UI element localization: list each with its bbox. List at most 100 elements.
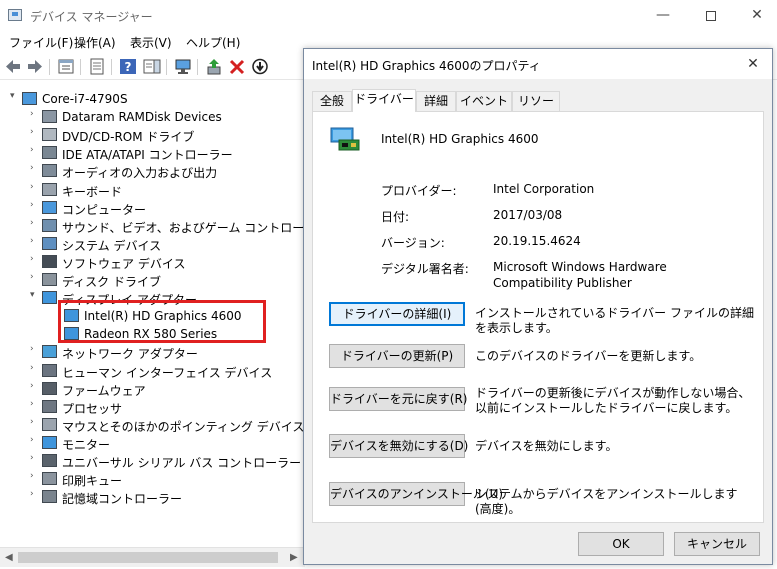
tree-item[interactable]: › プロセッサ [0,398,300,416]
tree-item-label: キーボード [62,184,123,199]
chevron-right-icon[interactable]: › [30,453,40,463]
tree-item-label: コンピューター [62,202,147,217]
menu-action[interactable]: 操作(A) [74,34,116,51]
tree-item[interactable]: › オーディオの入力および出力 [0,162,300,180]
chevron-right-icon[interactable]: › [30,344,40,354]
chevron-right-icon[interactable]: › [30,417,40,427]
tree-item[interactable]: › ユニバーサル シリアル バス コントローラー [0,452,302,470]
tree-item[interactable]: › IDE ATA/ATAPI コントローラー [0,144,300,162]
date-label: 日付: [381,210,410,224]
chevron-right-icon[interactable]: › [30,489,40,499]
tree-item-label: ソフトウェア デバイス [62,256,186,271]
chevron-right-icon[interactable]: › [30,435,40,445]
chevron-right-icon[interactable]: ▾ [30,290,40,300]
back-arrow-icon[interactable] [4,58,22,75]
properties-icon[interactable] [57,58,75,75]
tab-details[interactable]: 詳細 [416,91,456,111]
tree-item[interactable]: › ファームウェア [0,380,300,398]
tree-item[interactable]: › サウンド、ビデオ、およびゲーム コントローラー [0,217,328,235]
cancel-button[interactable]: キャンセル [674,532,760,556]
signer-value: Microsoft Windows Hardware Compatibility… [493,260,667,290]
chevron-right-icon[interactable]: › [30,127,40,137]
driver-details-desc: インストールされているドライバー ファイルの詳細を表示します。 [475,306,754,335]
chevron-right-icon[interactable]: › [30,182,40,192]
menu-view[interactable]: 表示(V) [130,34,172,51]
disable-device-desc: デバイスを無効にします。 [475,439,618,453]
chevron-right-icon[interactable]: › [30,254,40,264]
tree-item[interactable]: › DVD/CD-ROM ドライブ [0,126,300,144]
menu-help[interactable]: ヘルプ(H) [186,34,240,51]
forward-arrow-icon[interactable] [26,58,44,75]
device-name: Intel(R) HD Graphics 4600 [381,132,539,146]
tree-item[interactable]: › 印刷キュー [0,470,300,488]
tree-item[interactable]: › ネットワーク アダプター [0,343,300,361]
tree-item[interactable]: › Dataram RAMDisk Devices [0,108,300,126]
disk-drive-icon [42,273,57,286]
chevron-right-icon[interactable]: › [30,381,40,391]
disable-device-icon[interactable] [251,58,269,75]
tree-item[interactable]: › ディスク ドライブ [0,271,300,289]
tree-item-label: モニター [62,437,111,452]
chevron-right-icon[interactable]: › [30,363,40,373]
signer-label: デジタル署名者: [381,262,469,276]
scan-hardware-icon[interactable] [174,58,192,75]
processor-icon [42,399,57,413]
tab-driver[interactable]: ドライバー [352,89,416,112]
tree-item-label: 印刷キュー [62,474,123,489]
menu-file[interactable]: ファイル(F) [9,34,73,51]
tree-item[interactable]: › モニター [0,434,300,452]
tab-general[interactable]: 全般 [312,91,352,111]
close-button[interactable]: ✕ [734,0,777,32]
tree-root[interactable]: ▾ Core-i7-4790S [0,90,300,108]
tree-item[interactable]: › 記憶域コントローラー [0,488,300,506]
chevron-right-icon[interactable]: › [30,399,40,409]
speaker-icon [42,164,57,178]
chevron-right-icon[interactable]: › [30,200,40,210]
uninstall-icon[interactable] [228,58,246,75]
tree-item[interactable]: › ヒューマン インターフェイス デバイス [0,362,300,380]
tree-item[interactable]: › システム デバイス [0,235,300,253]
uninstall-device-button[interactable]: デバイスのアンインストール(U) [329,482,503,506]
chevron-right-icon[interactable]: › [30,218,40,228]
scroll-thumb[interactable] [18,552,278,563]
title-bar: デバイス マネージャー — ✕ [0,0,777,32]
tree-item-label: ネットワーク アダプター [62,347,198,362]
tree-item-label: DVD/CD-ROM ドライブ [62,130,195,145]
highlight-annotation [58,300,266,343]
tree-item-label: ユニバーサル シリアル バス コントローラー [62,456,302,470]
action-pane-icon[interactable] [143,58,161,75]
chevron-right-icon[interactable]: › [30,109,40,119]
tab-events[interactable]: イベント [456,91,512,111]
chevron-right-icon[interactable]: ▾ [10,91,20,101]
scroll-left-icon[interactable]: ◀ [5,552,13,563]
minimize-button[interactable]: — [640,0,686,32]
disable-device-button[interactable]: デバイスを無効にする(D) [329,434,468,458]
horizontal-scrollbar[interactable]: ◀ ▶ [0,547,305,567]
scroll-right-icon[interactable]: ▶ [290,552,298,563]
rollback-driver-button[interactable]: ドライバーを元に戻す(R) [329,387,467,411]
update-driver-icon[interactable] [205,58,223,75]
tree-item-label: システム デバイス [62,238,162,253]
uninstall-device-desc: システムからデバイスをアンインストールします (高度)。 [475,487,738,516]
dialog-title: Intel(R) HD Graphics 4600のプロパティ [312,59,541,73]
monitor-icon [42,435,57,449]
chevron-right-icon[interactable]: › [30,145,40,155]
details-view-icon[interactable] [88,58,106,75]
tree-item[interactable]: › コンピューター [0,199,300,217]
driver-details-button[interactable]: ドライバーの詳細(I) [329,302,465,326]
chevron-right-icon[interactable]: › [30,236,40,246]
dialog-close-button[interactable]: ✕ [736,51,770,77]
chevron-right-icon[interactable]: › [30,471,40,481]
storage-icon [42,490,57,504]
update-driver-button[interactable]: ドライバーの更新(P) [329,344,465,368]
tree-item[interactable]: › マウスとそのほかのポインティング デバイス [0,416,304,434]
help-icon[interactable]: ? [119,58,137,75]
tree-item-label: ヒューマン インターフェイス デバイス [62,365,273,380]
chevron-right-icon[interactable]: › [30,163,40,173]
tree-item[interactable]: › ソフトウェア デバイス [0,253,300,271]
tab-resources[interactable]: リソース [512,91,560,126]
maximize-button[interactable] [688,0,734,32]
ok-button[interactable]: OK [578,532,664,556]
tree-item[interactable]: › キーボード [0,181,300,199]
chevron-right-icon[interactable]: › [30,272,40,282]
